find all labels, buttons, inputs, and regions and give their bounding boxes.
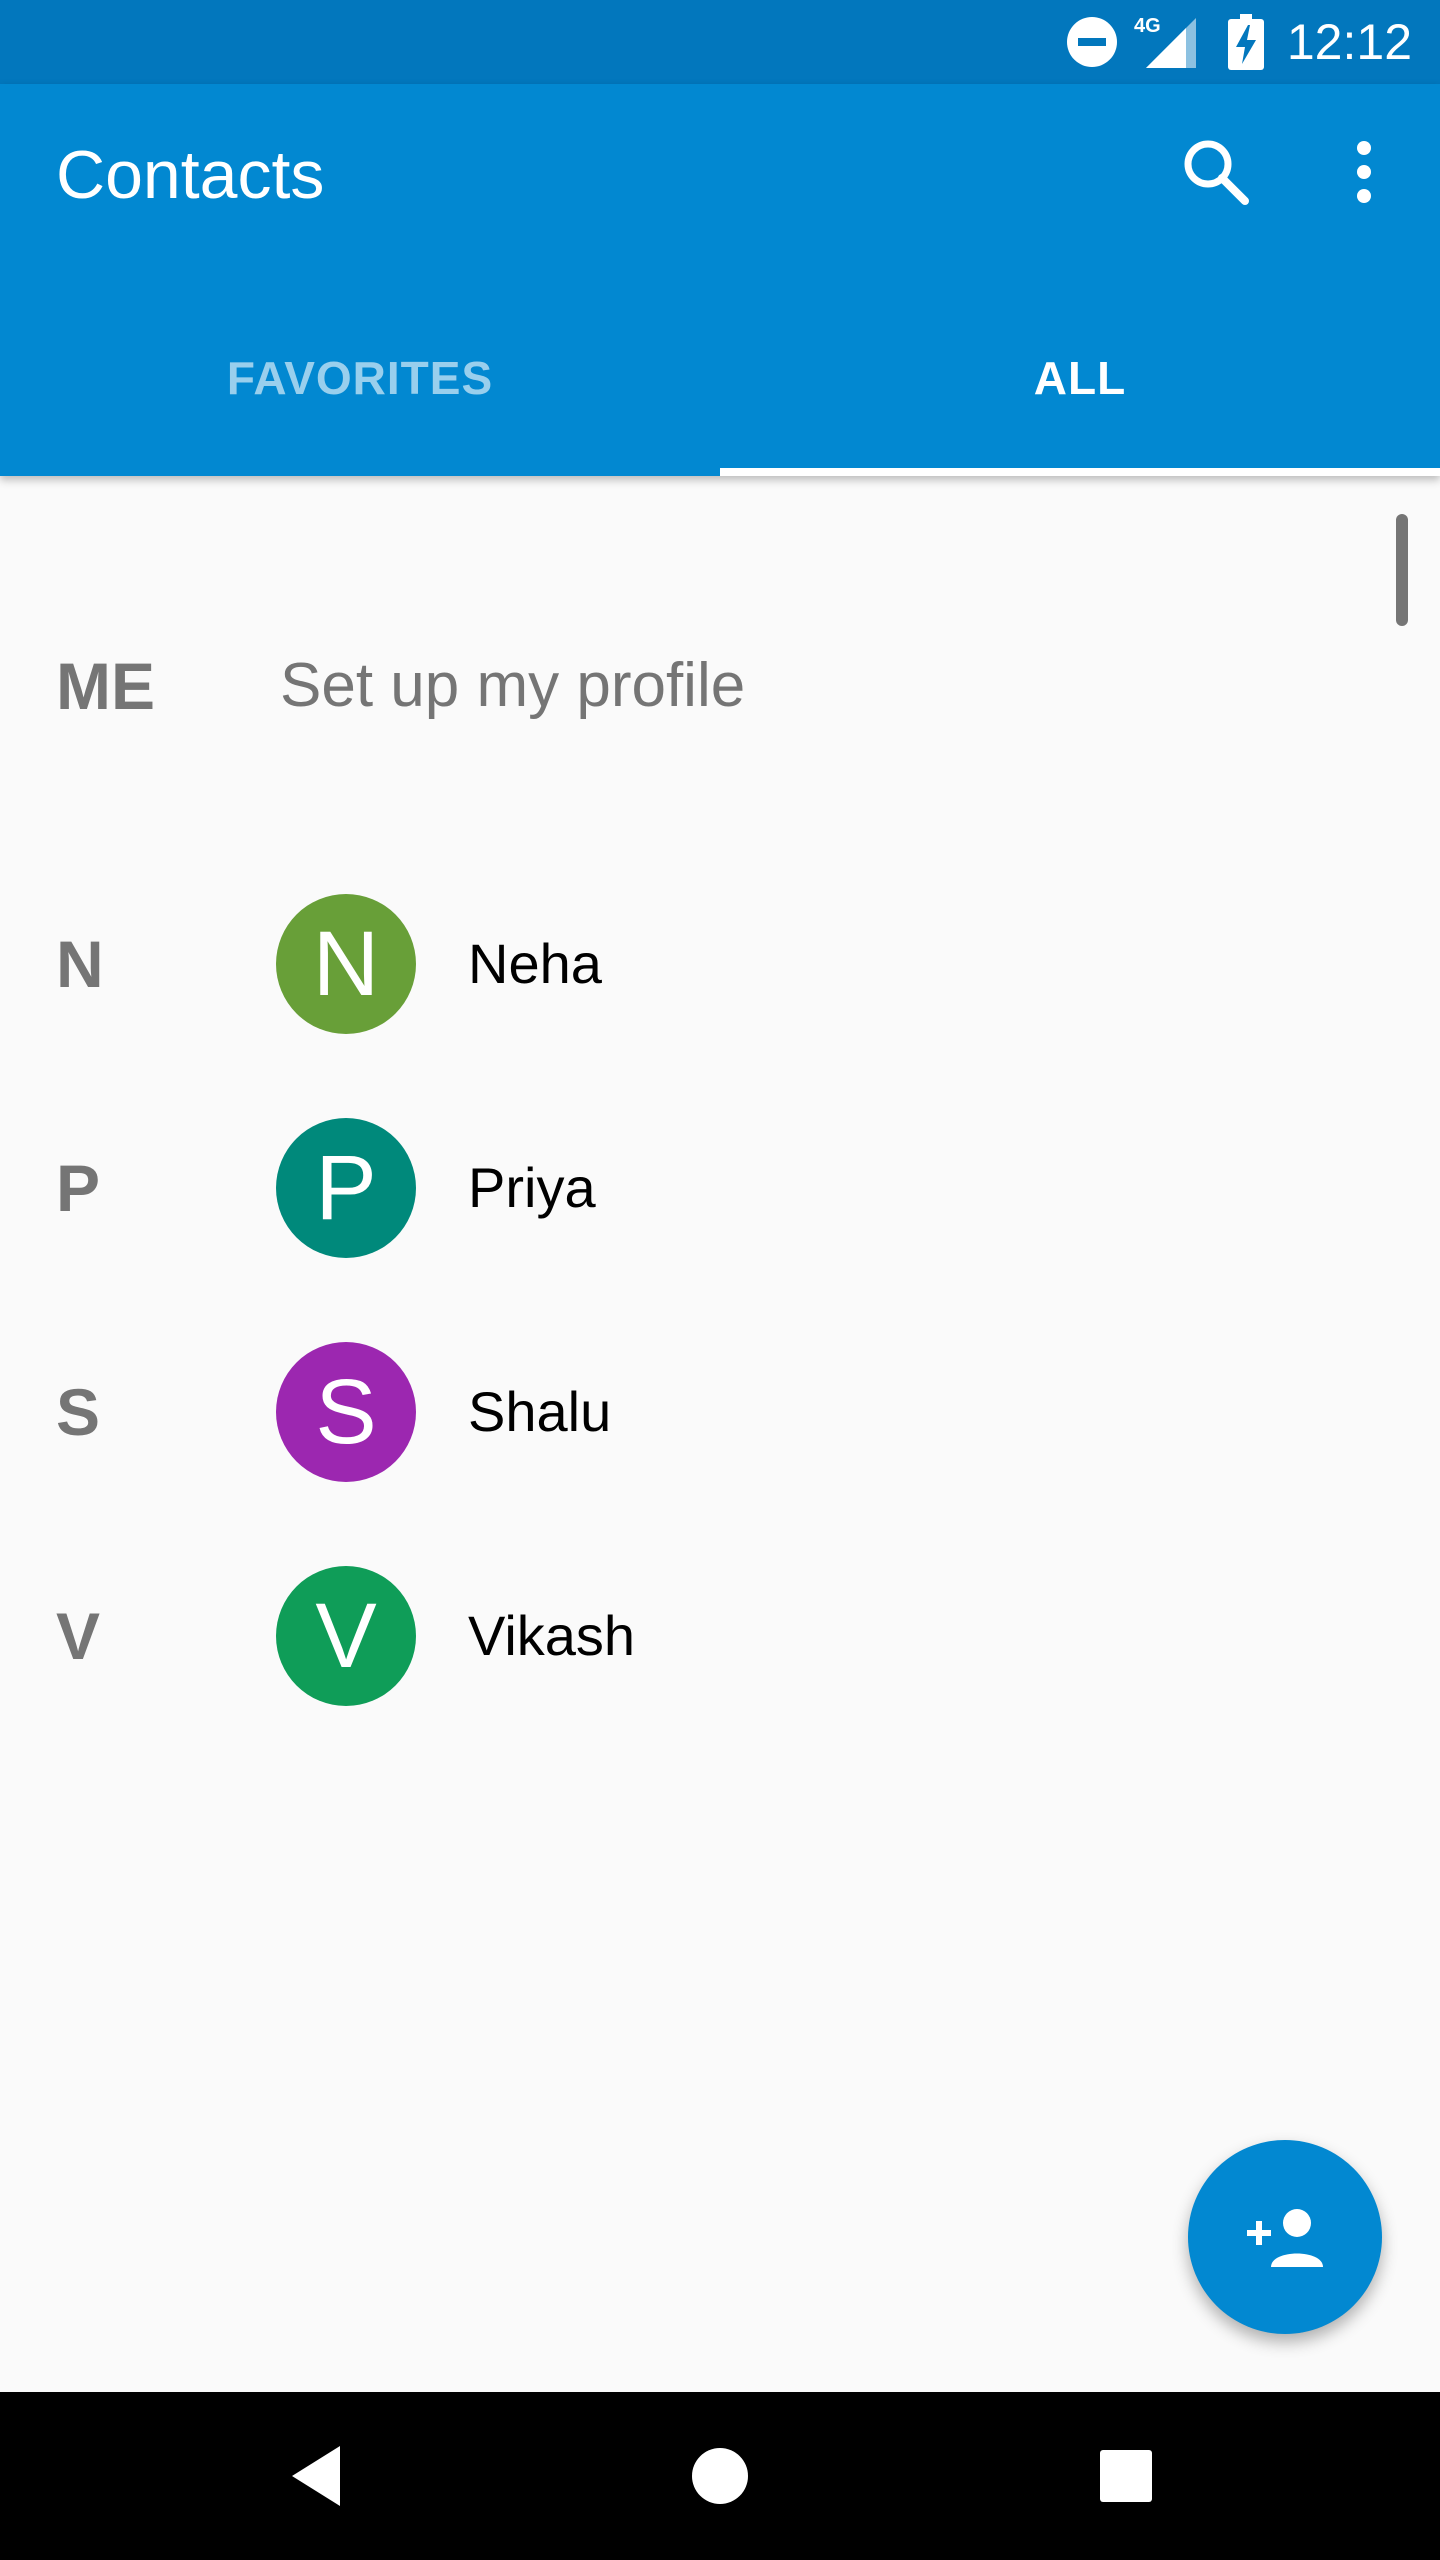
avatar: P	[276, 1118, 416, 1258]
contacts-screen: 4G 12:12 Contacts FAVORITES ALL ME Set u…	[0, 0, 1440, 2560]
status-time: 12:12	[1286, 14, 1412, 70]
avatar: S	[276, 1342, 416, 1482]
search-button[interactable]	[1168, 124, 1264, 220]
home-button[interactable]	[636, 2392, 804, 2560]
back-icon	[292, 2446, 340, 2506]
recents-icon	[1100, 2450, 1152, 2502]
search-icon	[1184, 140, 1249, 205]
me-profile-row[interactable]: ME Set up my profile	[0, 586, 1440, 786]
contact-name: Priya	[468, 1156, 596, 1219]
contact-row-vikash[interactable]: V V Vikash	[0, 1524, 1440, 1748]
contact-row-priya[interactable]: P P Priya	[0, 1076, 1440, 1300]
section-letter: N	[56, 927, 104, 1001]
avatar: N	[276, 894, 416, 1034]
contact-name: Vikash	[468, 1604, 636, 1667]
avatar: V	[276, 1566, 416, 1706]
network-type-label: 4G	[1134, 15, 1161, 37]
app-title: Contacts	[56, 137, 325, 213]
contact-row-shalu[interactable]: S S Shalu	[0, 1300, 1440, 1524]
tab-favorites[interactable]: FAVORITES	[0, 280, 720, 476]
app-bar: Contacts FAVORITES ALL	[0, 84, 1440, 476]
add-person-icon	[1247, 2209, 1323, 2267]
tab-bar: FAVORITES ALL	[0, 280, 1440, 476]
contact-name: Shalu	[468, 1380, 612, 1443]
battery-charging-icon	[1226, 0, 1266, 84]
section-letter: S	[56, 1375, 101, 1449]
setup-profile-text: Set up my profile	[280, 651, 746, 720]
home-icon	[692, 2448, 748, 2504]
add-contact-button[interactable]	[1188, 2140, 1382, 2334]
contact-name: Neha	[468, 932, 602, 995]
recents-button[interactable]	[1042, 2392, 1210, 2560]
section-letter: V	[56, 1599, 101, 1673]
tab-all[interactable]: ALL	[720, 280, 1440, 476]
back-button[interactable]	[232, 2392, 400, 2560]
section-letter: P	[56, 1151, 101, 1225]
navigation-bar	[0, 2392, 1440, 2560]
contact-row-neha[interactable]: N N Neha	[0, 852, 1440, 1076]
contact-list[interactable]: ME Set up my profile N N Neha P P Priya …	[0, 476, 1440, 2392]
me-section-label: ME	[56, 649, 155, 723]
status-bar: 4G 12:12	[0, 0, 1440, 84]
more-vert-icon	[1357, 141, 1371, 203]
do-not-disturb-icon	[1064, 0, 1120, 84]
more-options-button[interactable]	[1316, 124, 1412, 220]
signal-icon: 4G	[1134, 0, 1204, 84]
